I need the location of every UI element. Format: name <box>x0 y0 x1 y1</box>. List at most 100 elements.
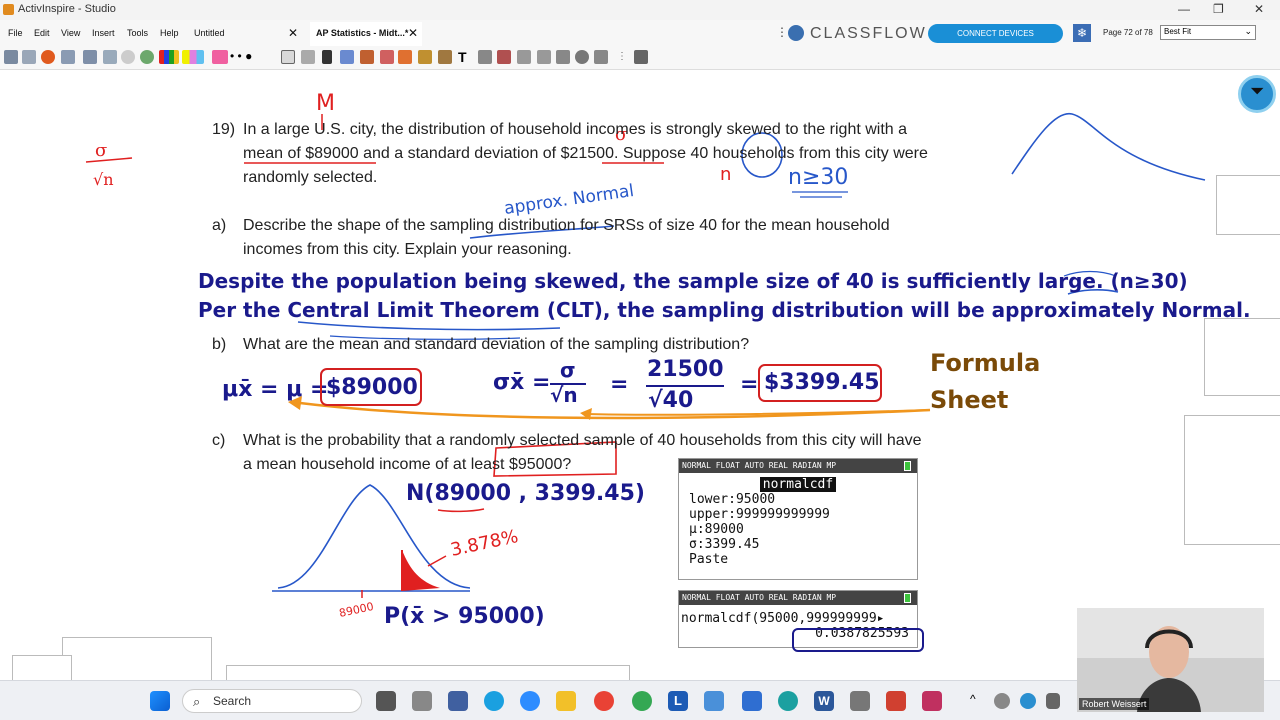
magic-ink-icon[interactable] <box>360 50 374 64</box>
spotlight-icon[interactable] <box>556 50 570 64</box>
part-b-text: What are the mean and standard deviation… <box>243 336 750 353</box>
numeric-fraction-denominator: √40 <box>648 388 694 413</box>
more-options-icon[interactable]: ⋮ <box>776 25 788 39</box>
mean-equation: μx̄ = μ = <box>222 377 329 402</box>
reset-icon[interactable] <box>537 50 551 64</box>
customize-icon[interactable] <box>634 50 648 64</box>
page-options-button[interactable]: ⏷ <box>1238 75 1276 113</box>
screen-capture-icon[interactable] <box>594 50 608 64</box>
color-palette-2-icon[interactable] <box>182 50 204 64</box>
l-app-icon[interactable]: L <box>668 691 688 711</box>
pen-tray-icon[interactable] <box>1046 693 1060 709</box>
menu-help[interactable]: Help <box>160 28 179 38</box>
tab-label: AP Statistics - Midt...* <box>316 28 409 38</box>
part-c-line-2: a mean household income of at least $950… <box>243 456 572 473</box>
part-b-label: b) <box>212 336 227 353</box>
page-thumbnail[interactable] <box>1204 318 1280 396</box>
minimize-button[interactable]: — <box>1178 2 1190 16</box>
menu-tools[interactable]: Tools <box>127 28 148 38</box>
part-a-answer-2: Per the Central Limit Theorem (CLT), the… <box>198 298 1251 322</box>
part-c-line-1: What is the probability that a randomly … <box>243 432 922 449</box>
folder-icon[interactable] <box>556 691 576 711</box>
chrome-icon[interactable] <box>594 691 614 711</box>
connect-devices-button[interactable]: CONNECT DEVICES <box>928 24 1063 43</box>
stop-icon[interactable] <box>41 50 55 64</box>
desktop-icon[interactable] <box>61 50 75 64</box>
menu-insert[interactable]: Insert <box>92 28 115 38</box>
text-tool-icon[interactable]: T <box>458 50 472 64</box>
calculator-mu: μ:89000 <box>689 522 744 537</box>
edge-icon[interactable] <box>484 691 504 711</box>
main-menu-icon[interactable] <box>4 50 18 64</box>
pen-icon[interactable] <box>322 50 332 64</box>
question-line-3: randomly selected. <box>243 169 378 186</box>
calculator-header-2: NORMAL FLOAT AUTO REAL RADIAN MP <box>679 591 917 605</box>
tray-icon[interactable] <box>994 693 1010 709</box>
part-a-line-2: incomes from this city. Explain your rea… <box>243 241 572 258</box>
app-icon-2[interactable] <box>742 691 762 711</box>
normal-model: N(89000 , 3399.45) <box>406 481 645 506</box>
menu-edit[interactable]: Edit <box>34 28 50 38</box>
calculator-lower: lower:95000 <box>689 492 776 507</box>
globe-icon[interactable] <box>140 50 154 64</box>
connector-icon[interactable] <box>478 50 492 64</box>
word-icon[interactable]: W <box>814 691 834 711</box>
app-icon-5[interactable] <box>922 691 942 711</box>
tab-ap-statistics[interactable]: AP Statistics - Midt...* ✕ <box>310 22 422 46</box>
page-thumbnail[interactable] <box>62 637 212 680</box>
record-icon[interactable] <box>121 50 135 64</box>
fill-icon[interactable] <box>418 50 432 64</box>
shape-icon[interactable] <box>398 50 412 64</box>
formula-sheet-line-1: Formula <box>930 349 1041 377</box>
page-thumbnail[interactable] <box>1184 415 1280 545</box>
calculator-header: NORMAL FLOAT AUTO REAL RADIAN MP <box>679 459 917 473</box>
file-explorer-icon[interactable] <box>412 691 432 711</box>
windows-start-icon[interactable] <box>150 691 170 711</box>
sigma-fraction-denominator: √n <box>550 383 578 407</box>
tab-untitled[interactable]: Untitled ✕ <box>188 22 302 46</box>
highlighter-icon[interactable] <box>340 50 354 64</box>
camera-icon[interactable] <box>438 50 452 64</box>
snowflake-icon[interactable]: ❄ <box>1073 24 1091 42</box>
question-number: 19) <box>212 121 236 138</box>
close-window-button[interactable]: ✕ <box>1254 2 1264 16</box>
print-icon[interactable] <box>83 50 97 64</box>
edge-dev-icon[interactable] <box>778 691 798 711</box>
task-view-icon[interactable] <box>376 691 396 711</box>
tab-close-icon[interactable]: ✕ <box>408 26 418 40</box>
tab-close-icon[interactable]: ✕ <box>288 26 298 40</box>
menu-view[interactable]: View <box>61 28 80 38</box>
undo-icon[interactable] <box>103 50 117 64</box>
maximize-button[interactable]: ❐ <box>1213 2 1224 16</box>
handwritten-sigma: σ <box>95 140 107 161</box>
app-icon[interactable] <box>448 691 468 711</box>
marquee-icon[interactable] <box>301 50 315 64</box>
store-icon[interactable] <box>704 691 724 711</box>
taskbar-search[interactable]: ⌕ Search <box>182 689 362 713</box>
tray-expand-icon[interactable]: ^ <box>970 692 976 706</box>
highlight-color-icon[interactable] <box>212 50 228 64</box>
redo-icon[interactable] <box>517 50 531 64</box>
clock-icon[interactable] <box>575 50 589 64</box>
pen-width-icon[interactable]: • • ● <box>230 50 258 64</box>
handwritten-n-ge-30: n≥30 <box>788 165 848 190</box>
result-highlight-box <box>792 628 924 652</box>
app-icon-4[interactable] <box>886 691 906 711</box>
eraser-icon[interactable] <box>380 50 394 64</box>
menu-file[interactable]: File <box>8 28 23 38</box>
page-thumbnail[interactable] <box>226 665 630 680</box>
zoom-icon[interactable] <box>520 691 540 711</box>
select-tool-icon[interactable] <box>281 50 295 64</box>
zoom-select[interactable]: Best Fit ⌄ <box>1160 25 1256 40</box>
page-thumbnail[interactable] <box>1216 175 1280 235</box>
page-thumbnail[interactable] <box>12 655 72 680</box>
toolbar: • • ● T ⋮ <box>0 46 1280 70</box>
app-icon-3[interactable] <box>850 691 870 711</box>
chrome-profile-icon[interactable] <box>632 691 652 711</box>
color-palette-icon[interactable] <box>159 50 179 64</box>
revealer-icon[interactable] <box>497 50 511 64</box>
handwritten-root-n: √n <box>93 170 114 189</box>
page-browser-icon[interactable] <box>22 50 36 64</box>
more-tools-icon[interactable]: ⋮ <box>617 50 631 64</box>
tray-icon-2[interactable] <box>1020 693 1036 709</box>
